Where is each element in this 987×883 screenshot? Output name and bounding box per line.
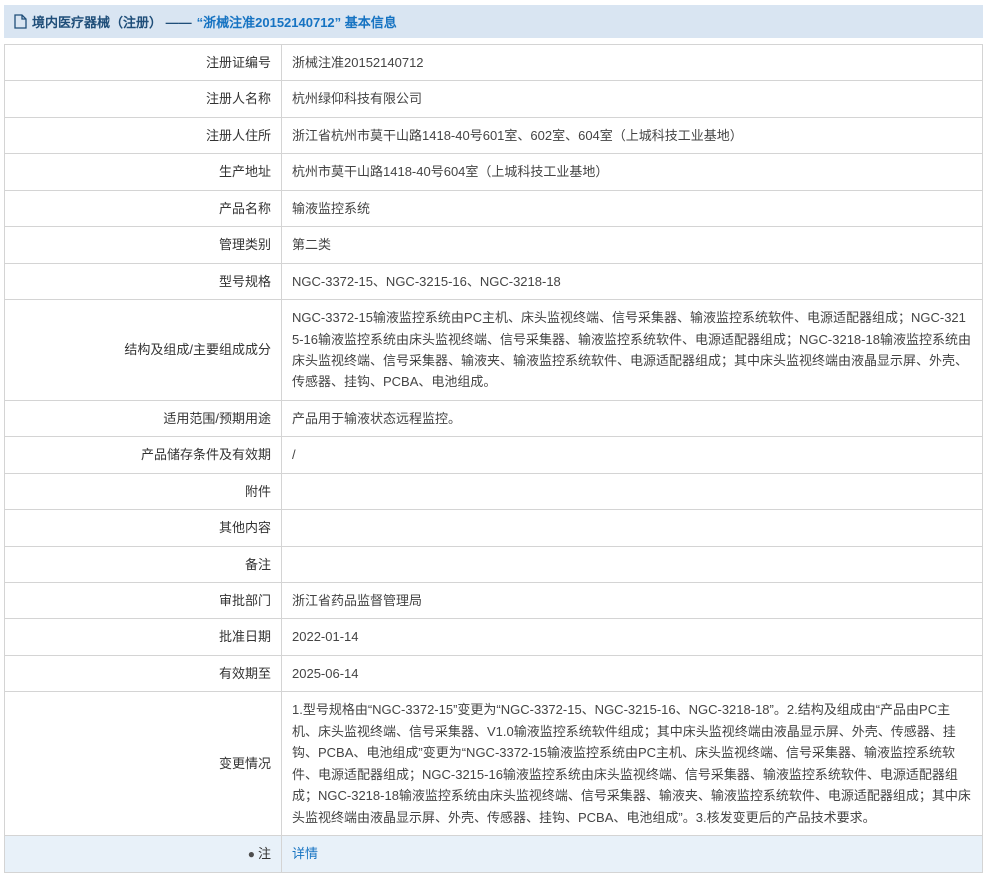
- info-table: 注册证编号 浙械注准20152140712 注册人名称 杭州绿仰科技有限公司 注…: [4, 43, 983, 873]
- row-label: 变更情况: [4, 691, 282, 836]
- table-row: 生产地址 杭州市莫干山路1418-40号604室（上城科技工业基地）: [4, 153, 983, 191]
- page-title: 境内医疗器械（注册） ——: [32, 15, 192, 30]
- table-row: 其他内容: [4, 509, 983, 547]
- table-row: 备注: [4, 545, 983, 584]
- row-label: 管理类别: [4, 226, 282, 264]
- table-row: 注册人名称 杭州绿仰科技有限公司: [4, 80, 983, 118]
- row-value: 产品用于输液状态远程监控。: [281, 399, 983, 438]
- row-value: 第二类: [281, 226, 983, 264]
- row-label: 产品储存条件及有效期: [4, 436, 282, 474]
- table-row: 有效期至 2025-06-14: [4, 654, 983, 693]
- row-label: 注册人住所: [4, 116, 282, 155]
- table-row: 产品名称 输液监控系统: [4, 189, 983, 228]
- table-row: 附件: [4, 472, 983, 511]
- table-row: 型号规格 NGC-3372-15、NGC-3215-16、NGC-3218-18: [4, 262, 983, 301]
- row-value: 浙江省药品监督管理局: [281, 581, 983, 620]
- row-value: 1.型号规格由“NGC-3372-15”变更为“NGC-3372-15、NGC-…: [281, 691, 983, 836]
- table-row: 批准日期 2022-01-14: [4, 618, 983, 656]
- row-value: 杭州市莫干山路1418-40号604室（上城科技工业基地）: [281, 153, 983, 191]
- page: 境内医疗器械（注册） —— “浙械注准20152140712” 基本信息 注册证…: [0, 0, 987, 883]
- table-row: 注册证编号 浙械注准20152140712: [4, 43, 983, 82]
- table-row: 变更情况 1.型号规格由“NGC-3372-15”变更为“NGC-3372-15…: [4, 691, 983, 836]
- note-label-cell: ● 注: [4, 834, 282, 873]
- row-value: NGC-3372-15输液监控系统由PC主机、床头监视终端、信号采集器、输液监控…: [281, 299, 983, 401]
- row-value: 输液监控系统: [281, 189, 983, 228]
- row-label: 注册证编号: [4, 43, 282, 82]
- row-value: [281, 545, 983, 584]
- row-value: [281, 509, 983, 547]
- note-value-cell: 详情: [281, 834, 983, 873]
- row-label: 适用范围/预期用途: [4, 399, 282, 438]
- row-label: 批准日期: [4, 618, 282, 656]
- note-row: ● 注 详情: [4, 834, 983, 873]
- note-label: 注: [257, 845, 271, 861]
- table-row: 审批部门 浙江省药品监督管理局: [4, 581, 983, 620]
- row-value: 2022-01-14: [281, 618, 983, 656]
- row-label: 注册人名称: [4, 80, 282, 118]
- table-row: 适用范围/预期用途 产品用于输液状态远程监控。: [4, 399, 983, 438]
- table-row: 管理类别 第二类: [4, 226, 983, 264]
- row-value: 浙械注准20152140712: [281, 43, 983, 82]
- row-label: 生产地址: [4, 153, 282, 191]
- row-label: 有效期至: [4, 654, 282, 693]
- page-header: 境内医疗器械（注册） —— “浙械注准20152140712” 基本信息: [4, 5, 983, 38]
- row-value: 2025-06-14: [281, 654, 983, 693]
- row-label: 产品名称: [4, 189, 282, 228]
- row-label: 审批部门: [4, 581, 282, 620]
- note-bullet-icon: ●: [247, 846, 255, 861]
- document-icon: [14, 14, 27, 29]
- row-value: /: [281, 436, 983, 474]
- table-row: 产品储存条件及有效期 /: [4, 436, 983, 474]
- detail-link[interactable]: 详情: [292, 846, 318, 861]
- row-label: 备注: [4, 545, 282, 584]
- row-value: NGC-3372-15、NGC-3215-16、NGC-3218-18: [281, 262, 983, 301]
- row-value: 浙江省杭州市莫干山路1418-40号601室、602室、604室（上城科技工业基…: [281, 116, 983, 155]
- row-value: [281, 472, 983, 511]
- row-label: 附件: [4, 472, 282, 511]
- page-title-highlight: “浙械注准20152140712” 基本信息: [196, 15, 397, 30]
- row-label: 型号规格: [4, 262, 282, 301]
- table-row: 结构及组成/主要组成成分 NGC-3372-15输液监控系统由PC主机、床头监视…: [4, 299, 983, 401]
- row-label: 结构及组成/主要组成成分: [4, 299, 282, 401]
- table-row: 注册人住所 浙江省杭州市莫干山路1418-40号601室、602室、604室（上…: [4, 116, 983, 155]
- row-value: 杭州绿仰科技有限公司: [281, 80, 983, 118]
- row-label: 其他内容: [4, 509, 282, 547]
